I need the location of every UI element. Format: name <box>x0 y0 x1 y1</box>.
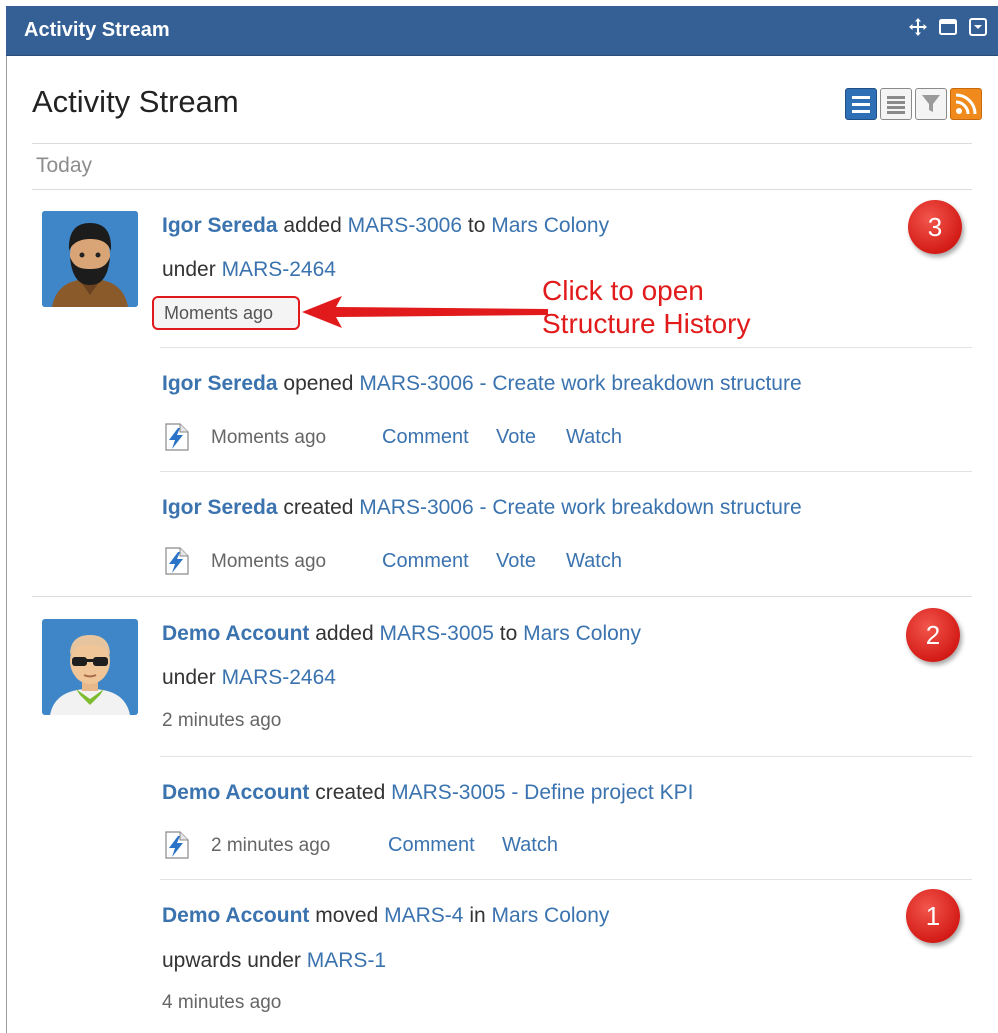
maximize-icon[interactable] <box>938 17 958 37</box>
entry-divider <box>160 756 972 757</box>
activity-item-line2: upwards under MARS-1 <box>162 949 387 972</box>
activity-item-line: Igor Sereda created MARS-3006 - Create w… <box>162 496 802 519</box>
project-link[interactable]: Mars Colony <box>491 214 609 237</box>
step-badge: 3 <box>908 200 962 254</box>
page-title: Activity Stream <box>32 84 239 119</box>
menu-icon[interactable] <box>968 17 988 37</box>
timestamp-link-highlighted[interactable]: Moments ago <box>152 296 300 330</box>
rss-icon[interactable] <box>950 88 982 120</box>
parent-issue-link[interactable]: MARS-2464 <box>222 666 336 689</box>
vote-action[interactable]: Vote <box>496 550 536 573</box>
activity-item-line2: under MARS-2464 <box>162 666 336 689</box>
activity-item-line: Demo Account created MARS-3005 - Define … <box>162 781 694 804</box>
activity-item-line2: under MARS-2464 <box>162 258 336 281</box>
parent-issue-link[interactable]: MARS-2464 <box>222 258 336 281</box>
watch-action[interactable]: Watch <box>566 426 622 449</box>
issue-link[interactable]: MARS-3006 - Create work breakdown struct… <box>359 372 801 395</box>
user-link[interactable]: Igor Sereda <box>162 214 278 237</box>
gadget-title: Activity Stream <box>24 19 170 41</box>
timestamp[interactable]: 4 minutes ago <box>162 992 281 1014</box>
issue-link[interactable]: MARS-4 <box>384 904 463 927</box>
jira-issue-icon <box>165 547 189 575</box>
watch-action[interactable]: Watch <box>566 550 622 573</box>
move-icon[interactable] <box>908 17 928 37</box>
comment-action[interactable]: Comment <box>388 834 475 857</box>
gadget-titlebar: Activity Stream <box>6 6 998 56</box>
avatar[interactable] <box>42 211 138 307</box>
timestamp[interactable]: 2 minutes ago <box>211 835 330 857</box>
user-link[interactable]: Igor Sereda <box>162 496 278 519</box>
user-link[interactable]: Demo Account <box>162 781 309 804</box>
group-divider <box>32 189 972 190</box>
issue-link[interactable]: MARS-3005 - Define project KPI <box>391 781 693 804</box>
header-divider <box>32 143 972 144</box>
user-link[interactable]: Igor Sereda <box>162 372 278 395</box>
comment-action[interactable]: Comment <box>382 426 469 449</box>
group-divider <box>32 596 972 597</box>
parent-issue-link[interactable]: MARS-1 <box>307 949 386 972</box>
project-link[interactable]: Mars Colony <box>523 622 641 645</box>
callout-annotation: Click to open Structure History <box>542 275 751 339</box>
issue-link[interactable]: MARS-3005 <box>380 622 494 645</box>
watch-action[interactable]: Watch <box>502 834 558 857</box>
list-view-icon[interactable] <box>880 88 912 120</box>
vote-action[interactable]: Vote <box>496 426 536 449</box>
jira-issue-icon <box>165 423 189 451</box>
callout-arrow-icon <box>302 296 548 328</box>
issue-link[interactable]: MARS-3006 <box>348 214 462 237</box>
activity-item-line: Igor Sereda added MARS-3006 to Mars Colo… <box>162 214 610 237</box>
entry-divider <box>160 347 972 348</box>
activity-item-line: Demo Account added MARS-3005 to Mars Col… <box>162 622 641 645</box>
timestamp[interactable]: 2 minutes ago <box>162 710 281 732</box>
project-link[interactable]: Mars Colony <box>492 904 610 927</box>
issue-link[interactable]: MARS-3006 - Create work breakdown struct… <box>359 496 801 519</box>
step-badge: 1 <box>906 889 960 943</box>
entry-divider <box>160 471 972 472</box>
step-badge: 2 <box>906 608 960 662</box>
date-group-label: Today <box>36 154 93 177</box>
view-toolbar <box>845 88 982 120</box>
activity-item-line: Igor Sereda opened MARS-3006 - Create wo… <box>162 372 802 395</box>
avatar[interactable] <box>42 619 138 715</box>
user-link[interactable]: Demo Account <box>162 622 309 645</box>
entry-divider <box>160 879 972 880</box>
titlebar-icons <box>908 17 988 37</box>
comment-action[interactable]: Comment <box>382 550 469 573</box>
full-view-icon[interactable] <box>845 88 877 120</box>
activity-item-line: Demo Account moved MARS-4 in Mars Colony <box>162 904 610 927</box>
jira-issue-icon <box>165 831 189 859</box>
filter-icon[interactable] <box>915 88 947 120</box>
timestamp[interactable]: Moments ago <box>211 427 326 449</box>
timestamp[interactable]: Moments ago <box>211 551 326 573</box>
user-link[interactable]: Demo Account <box>162 904 309 927</box>
